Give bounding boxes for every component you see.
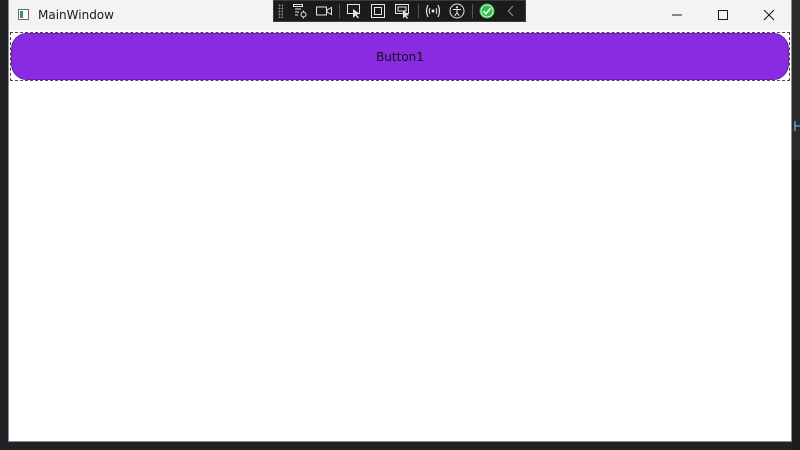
maximize-icon — [718, 10, 728, 20]
app-window-icon — [18, 9, 29, 20]
maximize-button[interactable] — [700, 0, 746, 30]
accessibility-button[interactable] — [446, 2, 468, 20]
button1-label: Button1 — [376, 49, 424, 64]
live-visual-tree-icon — [292, 4, 307, 19]
minimize-icon — [672, 14, 682, 16]
ide-edge-text: H — [793, 120, 800, 135]
record-icon — [316, 6, 333, 16]
binding-failures-icon — [425, 4, 440, 18]
track-focus-icon — [394, 4, 409, 19]
main-window: MainWindow Button1 — [8, 0, 792, 442]
display-layout-adorners-icon — [371, 4, 386, 18]
ide-panel-edge — [792, 0, 800, 160]
hot-reload-status-button[interactable] — [476, 2, 498, 20]
select-element-icon — [346, 4, 360, 19]
xaml-debug-toolbar — [273, 0, 526, 22]
accessibility-icon — [449, 3, 465, 19]
toolbar-separator — [417, 4, 419, 18]
select-element-button[interactable] — [343, 2, 365, 20]
window-title: MainWindow — [38, 8, 114, 22]
toolbar-grip[interactable] — [278, 4, 283, 18]
close-icon — [763, 9, 775, 21]
live-visual-tree-button[interactable] — [289, 2, 311, 20]
button1[interactable]: Button1 — [11, 33, 789, 80]
binding-failures-button[interactable] — [422, 2, 444, 20]
toolbar-separator — [471, 4, 473, 18]
display-layout-adorners-button[interactable] — [368, 2, 390, 20]
toolbar-separator — [339, 4, 341, 18]
minimize-button[interactable] — [654, 0, 700, 30]
chevron-left-icon — [507, 5, 514, 17]
close-button[interactable] — [746, 0, 792, 30]
ide-panel-edge-lower — [792, 160, 800, 450]
hot-reload-ok-icon — [479, 3, 495, 19]
track-focus-button[interactable] — [392, 2, 414, 20]
collapse-toolbar-button[interactable] — [500, 2, 522, 20]
window-content: Button1 — [9, 30, 791, 441]
record-button[interactable] — [313, 2, 335, 20]
